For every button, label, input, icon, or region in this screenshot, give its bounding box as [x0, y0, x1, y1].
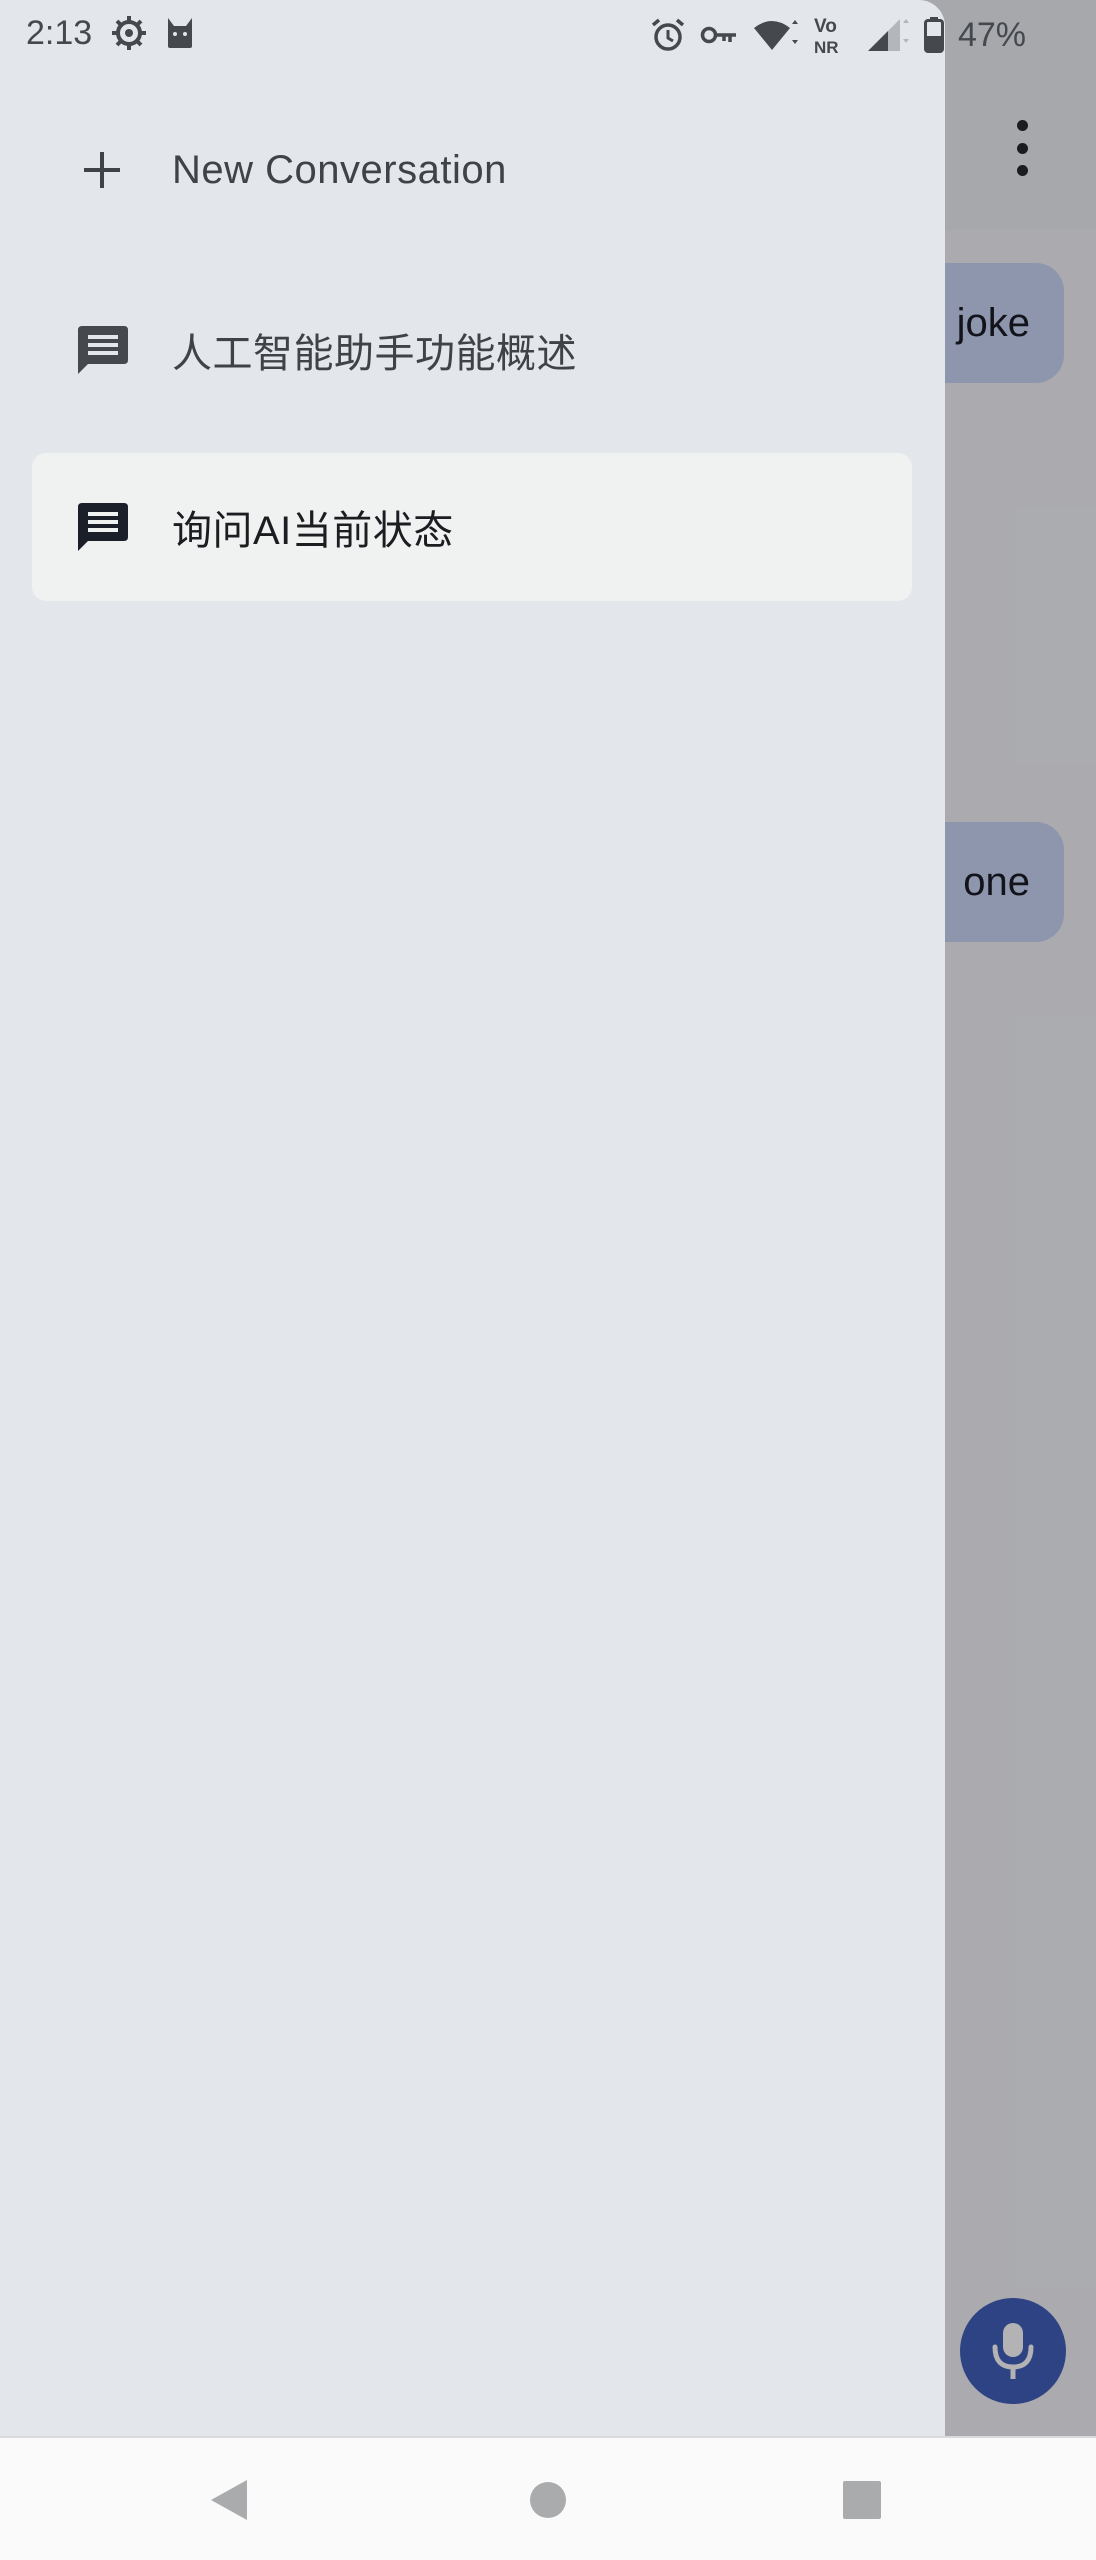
vonr-icon: Vo NR: [814, 16, 839, 56]
navigation-drawer: New Conversation 人工智能助手功能概述 询问AI当前状态: [0, 0, 945, 2436]
battery-percent: 47%: [957, 15, 1026, 54]
conversation-title: 人工智能助手功能概述: [172, 332, 577, 376]
conversation-item[interactable]: 人工智能助手功能概述: [32, 276, 912, 424]
back-icon: [211, 2480, 247, 2520]
svg-text:Vo: Vo: [814, 16, 837, 37]
status-bar: 2:13 Vo NR 47%: [0, 0, 1096, 68]
conversation-item-selected[interactable]: 询问AI当前状态: [32, 453, 912, 601]
new-conversation-button[interactable]: New Conversation: [32, 96, 912, 244]
plus-icon: [84, 152, 120, 188]
alarm-icon: [651, 18, 685, 51]
status-time: 2:13: [26, 14, 93, 52]
svg-text:NR: NR: [814, 38, 839, 56]
signal-icon: [867, 19, 909, 51]
system-navigation-bar: [0, 2436, 1096, 2560]
settings-gear-icon: [112, 16, 146, 50]
new-conversation-label: New Conversation: [172, 147, 507, 192]
cat-icon: [168, 18, 192, 48]
home-icon: [530, 2482, 566, 2518]
wifi-icon: [753, 20, 798, 50]
home-button[interactable]: [524, 2476, 572, 2524]
conversation-title: 询问AI当前状态: [172, 509, 454, 553]
vpn-key-icon: [700, 26, 736, 44]
screen: joke one New Conversation 人工智能助手功能概述 询问A…: [0, 0, 1096, 2560]
recents-icon: [843, 2481, 881, 2519]
chat-icon: [78, 503, 128, 551]
back-button[interactable]: [205, 2476, 253, 2524]
recents-button[interactable]: [838, 2476, 886, 2524]
chat-icon: [78, 326, 128, 374]
battery-icon: [923, 17, 944, 53]
